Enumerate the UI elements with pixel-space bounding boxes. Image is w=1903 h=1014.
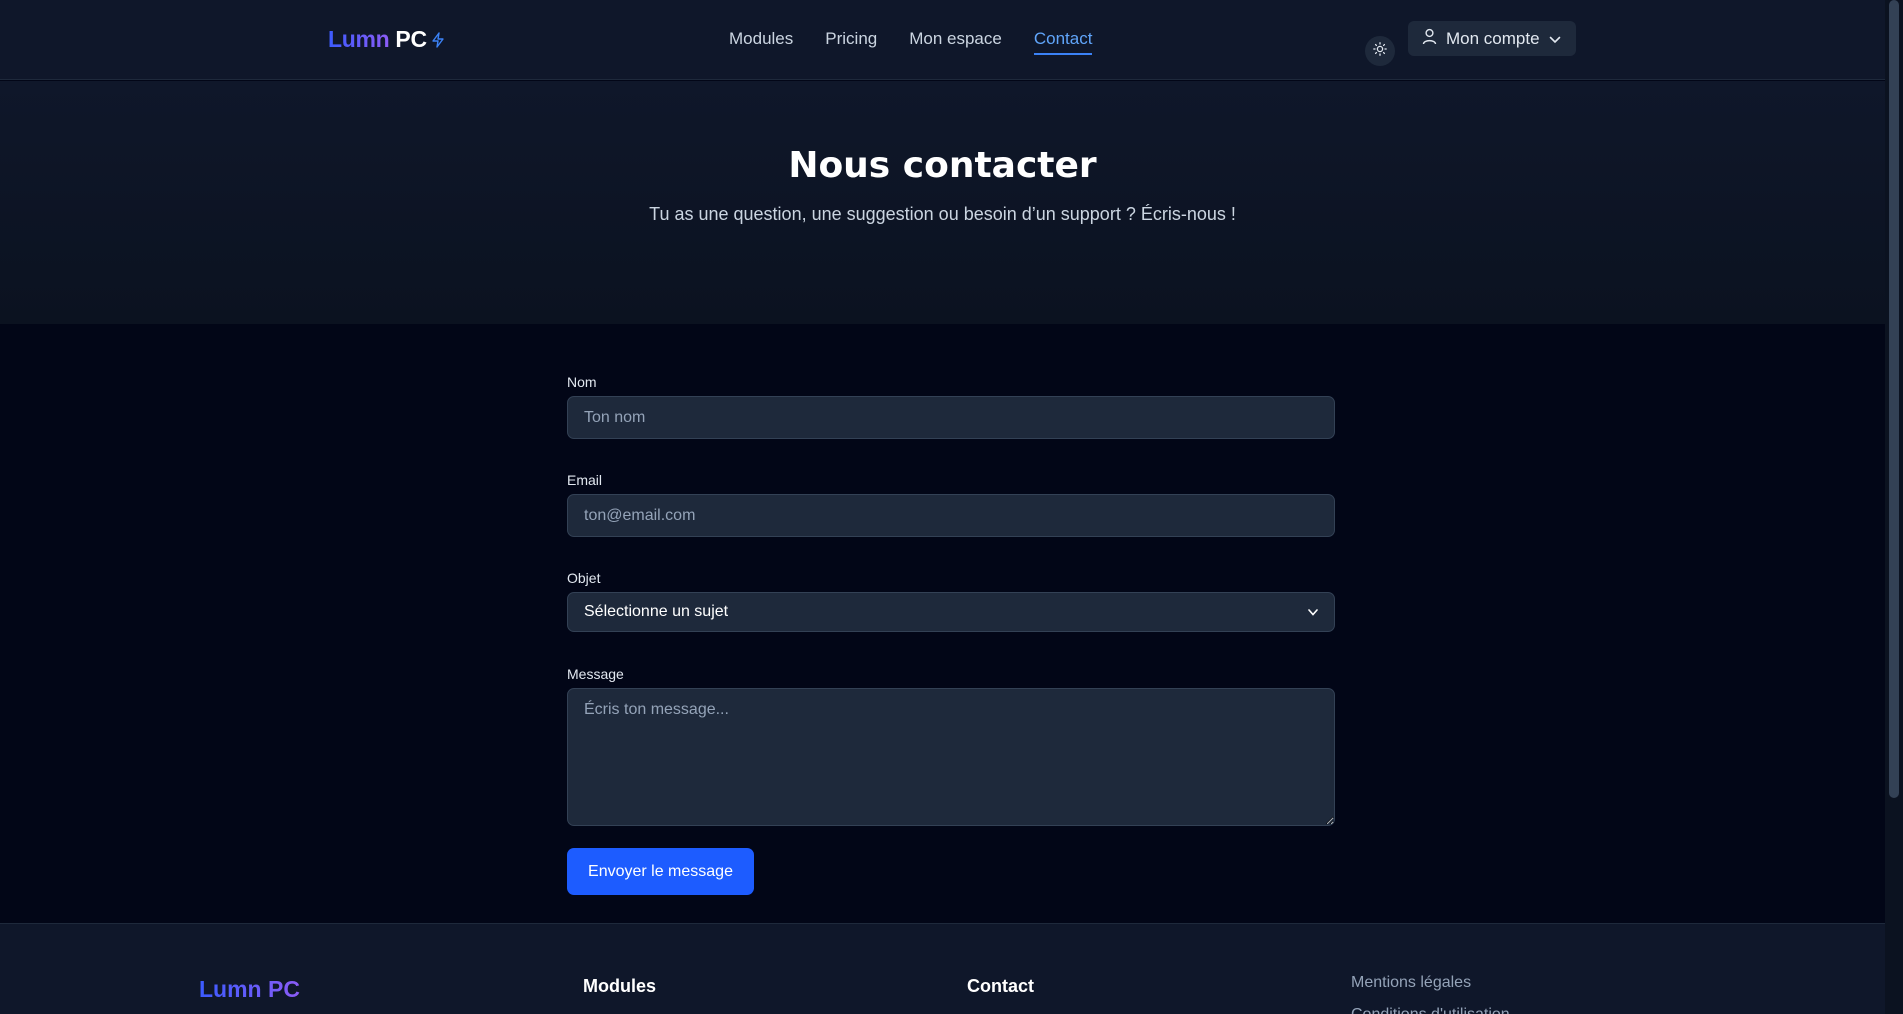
chevron-down-icon bbox=[1549, 29, 1561, 49]
contact-form: Nom Email Objet Sélectionne un sujet Mes… bbox=[567, 374, 1335, 895]
nav-contact[interactable]: Contact bbox=[1033, 29, 1093, 55]
page-title: Nous contacter bbox=[788, 145, 1097, 186]
logo[interactable]: Lumn PC bbox=[328, 26, 445, 53]
footer-link-legal[interactable]: Mentions légales bbox=[1351, 974, 1471, 992]
lightning-icon bbox=[431, 31, 445, 48]
subject-select[interactable]: Sélectionne un sujet bbox=[567, 592, 1335, 632]
main-nav: Modules Pricing Mon espace Contact bbox=[729, 29, 1093, 55]
subject-selected-value: Sélectionne un sujet bbox=[584, 603, 729, 620]
footer-heading-contact: Contact bbox=[967, 976, 1034, 996]
scrollbar-thumb[interactable] bbox=[1889, 0, 1899, 798]
name-field[interactable] bbox=[567, 396, 1335, 439]
nav-mon-espace[interactable]: Mon espace bbox=[909, 29, 1002, 55]
chevron-down-icon bbox=[1308, 603, 1318, 621]
message-label: Message bbox=[567, 666, 624, 682]
page-scrollbar[interactable] bbox=[1885, 0, 1903, 1014]
page-subtitle: Tu as une question, une suggestion ou be… bbox=[649, 204, 1236, 224]
logo-pc: PC bbox=[395, 26, 427, 52]
message-field[interactable] bbox=[567, 688, 1335, 826]
theme-toggle-button[interactable] bbox=[1365, 36, 1395, 66]
account-menu-button[interactable]: Mon compte bbox=[1408, 21, 1576, 56]
user-icon bbox=[1422, 28, 1437, 50]
subject-label: Objet bbox=[567, 570, 601, 586]
nav-modules[interactable]: Modules bbox=[729, 29, 793, 55]
hero-section: Nous contacter Tu as une question, une s… bbox=[0, 81, 1885, 324]
logo-lumn: Lumn bbox=[328, 26, 390, 52]
name-label: Nom bbox=[567, 374, 597, 390]
nav-pricing[interactable]: Pricing bbox=[825, 29, 877, 55]
footer-heading-modules: Modules bbox=[583, 976, 657, 996]
footer-link-terms[interactable]: Conditions d'utilisation bbox=[1351, 1006, 1510, 1014]
navbar: Lumn PC Modules Pricing Mon espace Conta… bbox=[0, 0, 1885, 80]
email-field[interactable] bbox=[567, 494, 1335, 537]
sun-icon bbox=[1373, 41, 1387, 61]
account-label: Mon compte bbox=[1446, 28, 1540, 48]
footer-logo[interactable]: Lumn PC bbox=[199, 976, 300, 1003]
footer: Lumn PC Modules Contact Mentions légales… bbox=[0, 923, 1885, 1014]
email-label: Email bbox=[567, 472, 603, 488]
send-message-button[interactable]: Envoyer le message bbox=[567, 848, 754, 895]
